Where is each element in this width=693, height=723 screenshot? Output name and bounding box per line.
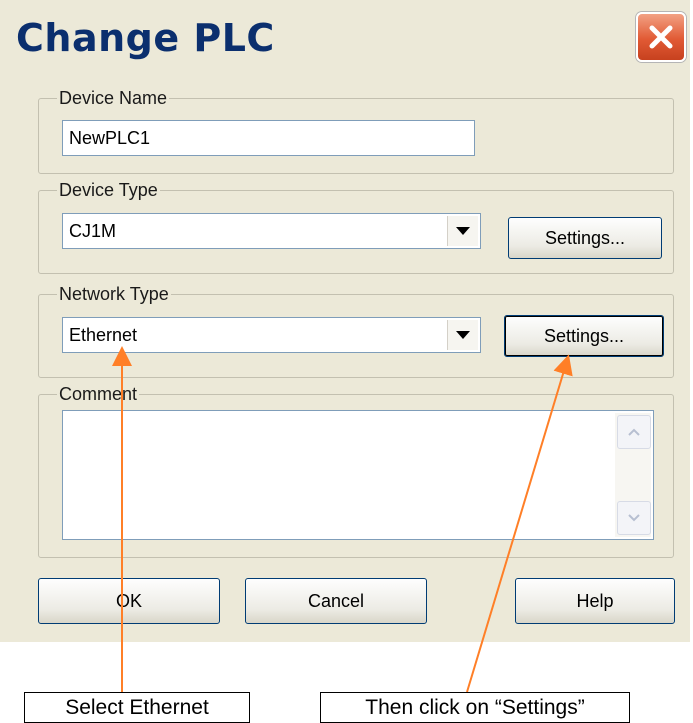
annotation-arrows bbox=[112, 346, 573, 693]
callout-click-settings: Then click on “Settings” bbox=[320, 692, 630, 723]
arrow-to-settings bbox=[466, 354, 573, 693]
callout-select-ethernet: Select Ethernet bbox=[24, 692, 250, 723]
